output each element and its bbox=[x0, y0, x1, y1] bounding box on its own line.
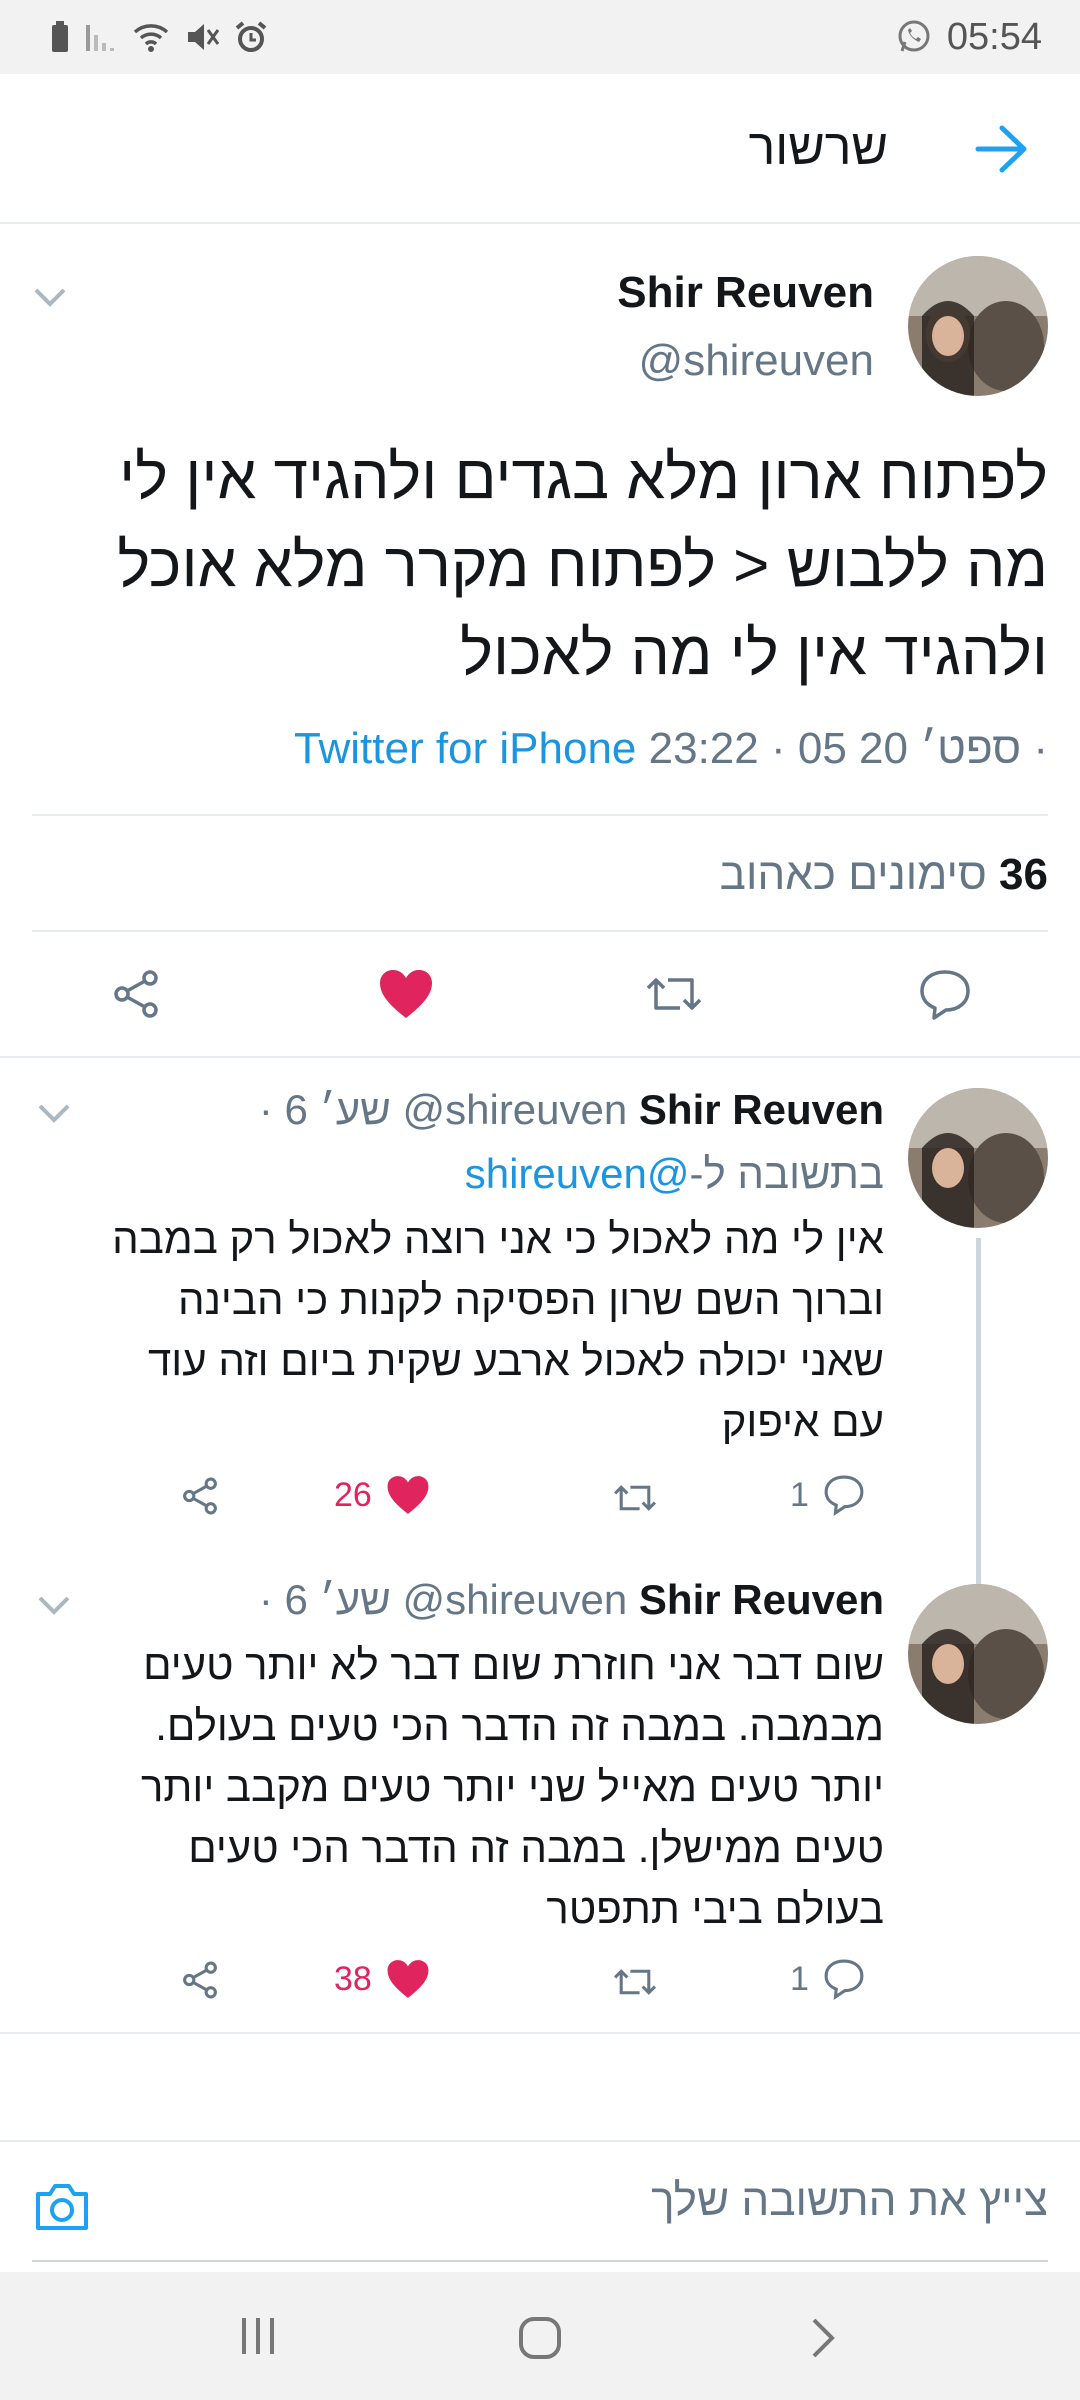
input-underline bbox=[32, 2260, 1048, 2262]
chevron-down-icon[interactable] bbox=[30, 284, 70, 310]
tweet-text-line: אין לי מה לאכול כי אני רוצה לאכול רק במב… bbox=[112, 1215, 884, 1262]
author-handle[interactable]: @shireuven bbox=[639, 336, 874, 386]
main-tweet: Shir Reuven @shireuven לפתוח ארון מלא בג… bbox=[0, 224, 1080, 1058]
tweet-text-line: ולהגיד אין לי מה לאכול bbox=[460, 619, 1048, 688]
avatar-image bbox=[908, 1088, 1048, 1228]
like-count: 38 bbox=[334, 1959, 372, 1998]
reply-time: · 6 שע׳ bbox=[258, 1576, 391, 1623]
alarm-icon bbox=[235, 21, 267, 52]
page-title: שרשור bbox=[748, 119, 888, 175]
tweet-text-line: יותר טעים מאייל שני יותר טעים מקבב יותר bbox=[140, 1763, 884, 1810]
reply-name[interactable]: Shir Reuven bbox=[639, 1576, 884, 1623]
divider bbox=[32, 814, 1048, 816]
camera-icon[interactable] bbox=[34, 2180, 90, 2232]
avatar[interactable] bbox=[908, 1584, 1048, 1724]
avatar-image bbox=[908, 1584, 1048, 1724]
reply-input[interactable]: צייץ את התשובה שלך bbox=[651, 2176, 1048, 2226]
likes-summary[interactable]: 36 סימונים כאהוב bbox=[720, 850, 1048, 900]
share-icon[interactable] bbox=[110, 968, 162, 1020]
chevron-down-icon[interactable] bbox=[34, 1100, 74, 1126]
reply-header: · 6 שע׳ @shireuven Shir Reuven bbox=[259, 1576, 884, 1624]
reply-tweet[interactable]: · 6 שע׳ @shireuven Shir Reuven שום דבר א… bbox=[0, 1550, 1080, 2034]
reply-time: · 6 שע׳ bbox=[258, 1086, 391, 1133]
status-time: 05:54 bbox=[946, 15, 1042, 58]
like-icon bbox=[387, 1476, 429, 1514]
tweet-text-line: לפתוח ארון מלא בגדים ולהגיד אין לי bbox=[119, 443, 1048, 512]
tweet-text-line: שום דבר אני חוזרת שום דבר לא יותר טעים bbox=[143, 1641, 884, 1688]
arrow-right-icon[interactable] bbox=[974, 124, 1030, 174]
retweet-icon[interactable] bbox=[612, 1962, 658, 2002]
reply-action[interactable]: 1 bbox=[790, 1958, 865, 2000]
reply-icon bbox=[824, 1959, 864, 2000]
like-icon bbox=[387, 1960, 429, 1998]
tweet-source-link[interactable]: Twitter for iPhone bbox=[294, 724, 636, 773]
status-icons bbox=[50, 20, 268, 54]
back-icon[interactable] bbox=[808, 2316, 838, 2360]
avatar-image bbox=[908, 256, 1048, 396]
reply-tweet[interactable]: · 6 שע׳ @shireuven Shir Reuven בתשובה ל-… bbox=[0, 1058, 1080, 1638]
chevron-down-icon[interactable] bbox=[34, 1592, 74, 1618]
whatsapp-icon bbox=[898, 20, 930, 52]
tweet-text: שום דבר אני חוזרת שום דבר לא יותר טעים מ… bbox=[24, 1634, 884, 1939]
retweet-icon[interactable] bbox=[612, 1478, 658, 1518]
tweet-text: אין לי מה לאכול כי אני רוצה לאכול רק במב… bbox=[24, 1208, 884, 1452]
replying-to: בתשובה ל-@shireuven bbox=[465, 1150, 884, 1198]
likes-label: סימונים כאהוב bbox=[719, 850, 987, 899]
tweet-text-line: וברוך השם שרון הפסיקה לקנות כי הבינה bbox=[177, 1276, 884, 1323]
tweet-text-line: שאני יכולה לאכול ארבע שקית ביום וזה עוד bbox=[148, 1337, 884, 1384]
reply-handle[interactable]: @shireuven bbox=[403, 1576, 628, 1623]
reply-count: 1 bbox=[790, 1475, 809, 1514]
author-name[interactable]: Shir Reuven bbox=[617, 268, 874, 318]
reply-handle[interactable]: @shireuven bbox=[403, 1086, 628, 1133]
tweet-text-line: מבמבה. במבה זה הדבר הכי טעים בעולם. bbox=[155, 1702, 884, 1749]
like-count: 26 bbox=[334, 1475, 372, 1514]
signal-icon bbox=[86, 25, 114, 51]
tweet-meta: Twitter for iPhone 23:22 · 05 ספט׳ 20 · bbox=[294, 724, 1048, 774]
share-icon[interactable] bbox=[180, 1476, 220, 1516]
tweet-text-line: בעולם ביבי תתפטר bbox=[546, 1885, 884, 1932]
reply-name[interactable]: Shir Reuven bbox=[639, 1086, 884, 1133]
avatar[interactable] bbox=[908, 1088, 1048, 1228]
recent-apps-icon[interactable] bbox=[238, 2316, 278, 2356]
reply-header: · 6 שע׳ @shireuven Shir Reuven bbox=[259, 1086, 884, 1134]
wifi-icon bbox=[133, 24, 169, 52]
compose-bar: צייץ את התשובה שלך bbox=[0, 2140, 1080, 2270]
reply-action[interactable]: 1 bbox=[790, 1474, 865, 1516]
tweet-text-line: טעים ממישלן. במבה זה הדבר הכי טעים bbox=[188, 1824, 884, 1871]
tweet-text-line: מה ללבוש < לפתוח מקרר מלא אוכל bbox=[117, 531, 1048, 600]
like-action[interactable]: 26 bbox=[334, 1474, 430, 1516]
mute-icon bbox=[188, 24, 220, 50]
status-bar: 05:54 bbox=[0, 0, 1080, 74]
reply-icon[interactable] bbox=[918, 968, 972, 1022]
reply-count: 1 bbox=[790, 1959, 809, 1998]
tweet-time: 23:22 · 05 ספט׳ 20 · bbox=[648, 724, 1048, 773]
retweet-icon[interactable] bbox=[644, 968, 704, 1020]
like-icon[interactable] bbox=[378, 968, 434, 1020]
avatar[interactable] bbox=[908, 256, 1048, 396]
likes-count: 36 bbox=[999, 850, 1048, 899]
divider bbox=[32, 930, 1048, 932]
reply-to-handle[interactable]: @shireuven bbox=[465, 1150, 690, 1197]
system-nav-bar bbox=[0, 2272, 1080, 2400]
like-action[interactable]: 38 bbox=[334, 1958, 430, 2000]
app-bar: שרשור bbox=[0, 74, 1080, 224]
reply-icon bbox=[824, 1475, 864, 1516]
home-icon[interactable] bbox=[518, 2316, 562, 2360]
tweet-text: לפתוח ארון מלא בגדים ולהגיד אין לי מה לל… bbox=[28, 434, 1048, 698]
reply-prefix: בתשובה ל- bbox=[689, 1150, 884, 1197]
battery-icon bbox=[52, 21, 68, 52]
share-icon[interactable] bbox=[180, 1960, 220, 2000]
tweet-text-line: עם איפוק bbox=[721, 1398, 884, 1445]
